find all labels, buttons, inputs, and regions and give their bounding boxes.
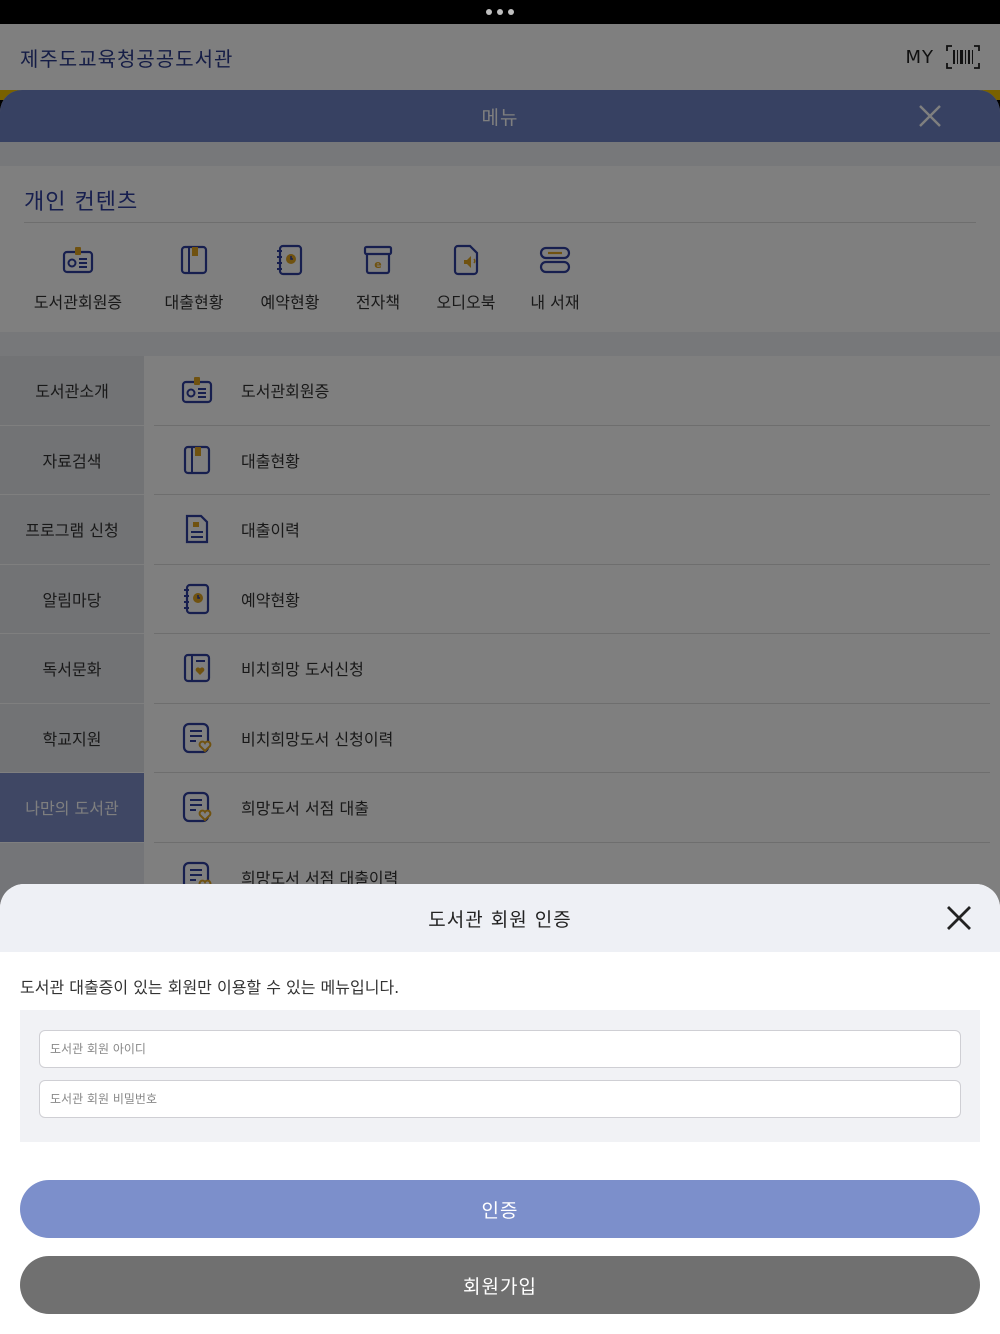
member-id-input[interactable] [39, 1030, 961, 1068]
status-dot [486, 9, 492, 15]
auth-form [20, 1010, 980, 1142]
auth-submit-button[interactable]: 인증 [20, 1180, 980, 1238]
member-password-input[interactable] [39, 1080, 961, 1118]
close-icon[interactable] [946, 905, 972, 931]
status-dot [497, 9, 503, 15]
auth-title: 도서관 회원 인증 [428, 908, 572, 931]
auth-header: 도서관 회원 인증 [0, 884, 1000, 952]
auth-dialog: 도서관 회원 인증 도서관 대출증이 있는 회원만 이용할 수 있는 메뉴입니다… [0, 884, 1000, 1334]
status-dot [508, 9, 514, 15]
join-button[interactable]: 회원가입 [20, 1256, 980, 1314]
status-bar [0, 0, 1000, 24]
auth-message: 도서관 대출증이 있는 회원만 이용할 수 있는 메뉴입니다. [20, 978, 400, 997]
